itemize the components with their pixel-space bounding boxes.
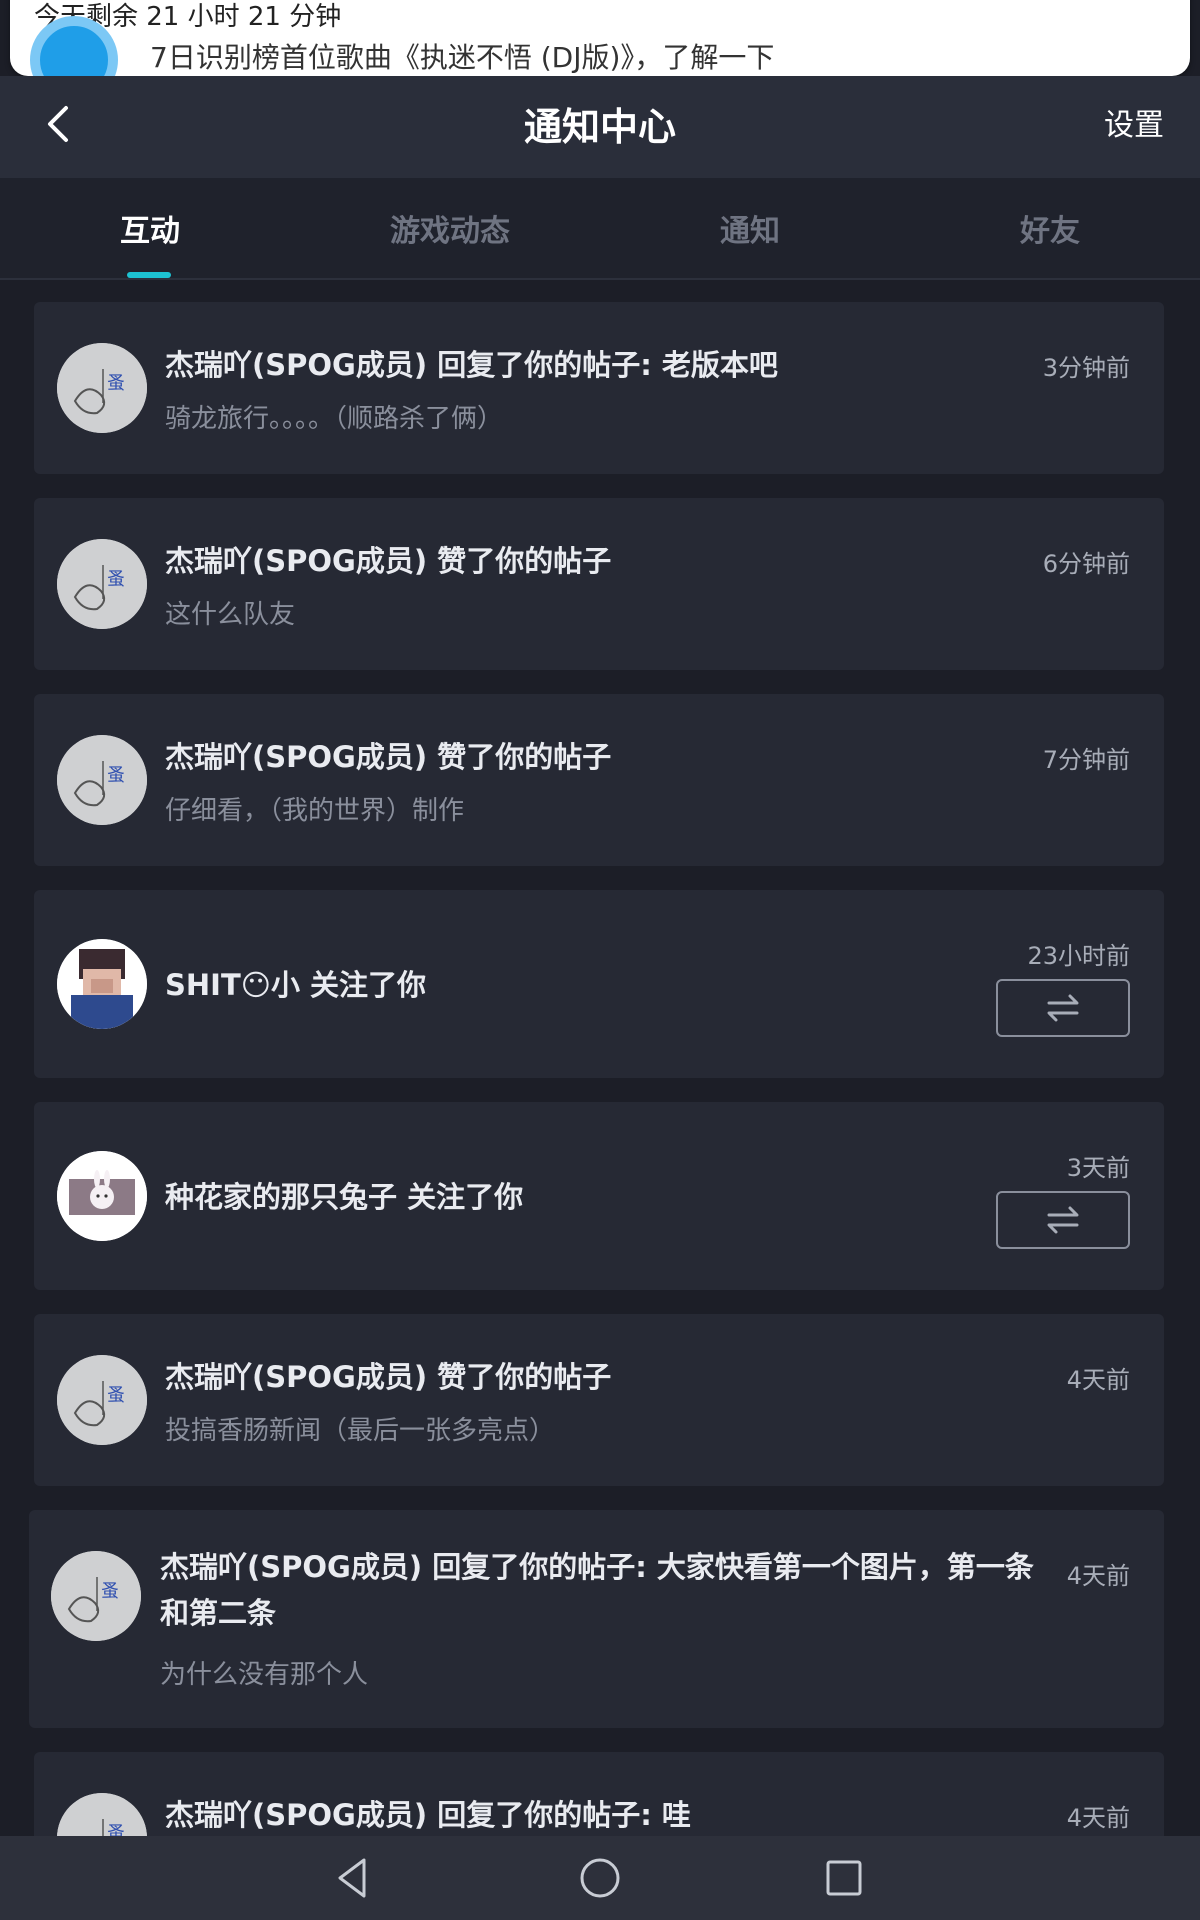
notification-subtitle: 这什么队友 bbox=[165, 600, 296, 630]
avatar[interactable]: 蚤 bbox=[51, 1551, 141, 1641]
svg-text:蚤: 蚤 bbox=[107, 1385, 125, 1406]
notification-time: 7分钟前 bbox=[1042, 746, 1130, 774]
nav-home-button[interactable] bbox=[574, 1852, 626, 1904]
notification-time: 4天前 bbox=[1066, 1562, 1130, 1590]
avatar[interactable]: 蚤 bbox=[57, 735, 147, 825]
notification-time: 4天前 bbox=[1066, 1366, 1130, 1394]
avatar[interactable] bbox=[57, 1151, 147, 1241]
banner-text: 7日识别榜首位歌曲《执迷不悟 (DJ版)》，了解一下 bbox=[150, 41, 775, 74]
page-title: 通知中心 bbox=[523, 105, 676, 149]
notification-title: 杰瑞吖(SPOG成员) 赞了你的帖子 bbox=[165, 544, 612, 578]
svg-text:蚤: 蚤 bbox=[101, 1581, 119, 1602]
notification-title: 杰瑞吖(SPOG成员) 回复了你的帖子: 大家快看第一个图片，第一条和第二条 bbox=[160, 1550, 1034, 1630]
notification-time: 6分钟前 bbox=[1042, 550, 1130, 578]
notification-time: 4天前 bbox=[1066, 1804, 1130, 1832]
tab-notices[interactable]: 通知 bbox=[600, 206, 900, 250]
avatar[interactable]: 蚤 bbox=[57, 1355, 147, 1445]
avatar[interactable] bbox=[57, 939, 147, 1029]
notification-item[interactable]: SHIT😶小 关注了你 23小时前 bbox=[34, 890, 1164, 1078]
avatar[interactable]: 蚤 bbox=[57, 343, 147, 433]
circle-home-icon bbox=[580, 1858, 620, 1898]
notification-subtitle: 为什么没有那个人 bbox=[160, 1660, 369, 1690]
notification-title: 杰瑞吖(SPOG成员) 回复了你的帖子: 老版本吧 bbox=[165, 348, 778, 382]
mutual-follow-icon bbox=[1047, 994, 1079, 1022]
notification-title: 杰瑞吖(SPOG成员) 赞了你的帖子 bbox=[165, 1360, 612, 1394]
notification-subtitle: 投搞香肠新闻（最后一张多亮点） bbox=[165, 1416, 556, 1446]
svg-text:蚤: 蚤 bbox=[107, 373, 125, 394]
notification-center-screen: 今天剩余 21 小时 21 分钟 7日识别榜首位歌曲《执迷不悟 (DJ版)》，了… bbox=[0, 0, 1200, 1920]
nav-back-button[interactable] bbox=[328, 1852, 380, 1904]
tab-interaction[interactable]: 互动 bbox=[0, 206, 300, 250]
svg-text:蚤: 蚤 bbox=[107, 765, 125, 786]
notification-item[interactable]: 蚤 杰瑞吖(SPOG成员) 回复了你的帖子: 大家快看第一个图片，第一条和第二条… bbox=[29, 1510, 1164, 1728]
notification-title: 杰瑞吖(SPOG成员) 赞了你的帖子 bbox=[165, 740, 612, 774]
tab-bar: 互动 游戏动态 通知 好友 bbox=[0, 178, 1200, 280]
system-notification-banner[interactable]: 今天剩余 21 小时 21 分钟 7日识别榜首位歌曲《执迷不悟 (DJ版)》，了… bbox=[10, 0, 1190, 76]
svg-text:蚤: 蚤 bbox=[107, 569, 125, 590]
notification-subtitle: 仔细看，（我的世界）制作 bbox=[165, 796, 465, 826]
settings-button[interactable]: 设置 bbox=[1104, 100, 1164, 144]
notification-item[interactable]: 蚤 杰瑞吖(SPOG成员) 赞了你的帖子 投搞香肠新闻（最后一张多亮点） 4天前 bbox=[34, 1314, 1164, 1486]
notification-item[interactable]: 种花家的那只兔子 关注了你 3天前 bbox=[34, 1102, 1164, 1290]
notification-title: SHIT😶小 关注了你 bbox=[165, 968, 427, 1002]
notification-item[interactable]: 蚤 杰瑞吖(SPOG成员) 赞了你的帖子 这什么队友 6分钟前 bbox=[34, 498, 1164, 670]
tab-friends[interactable]: 好友 bbox=[900, 206, 1200, 250]
notification-subtitle: 骑龙旅行。。。。（顺路杀了俩） bbox=[165, 404, 504, 434]
notification-title: 种花家的那只兔子 关注了你 bbox=[165, 1180, 524, 1214]
system-navigation-bar bbox=[0, 1836, 1200, 1920]
follow-back-button[interactable] bbox=[996, 979, 1130, 1037]
active-tab-indicator bbox=[127, 272, 171, 278]
notification-item[interactable]: 蚤 杰瑞吖(SPOG成员) 回复了你的帖子: 老版本吧 骑龙旅行。。。。（顺路杀… bbox=[34, 302, 1164, 474]
follow-back-button[interactable] bbox=[996, 1191, 1130, 1249]
triangle-back-icon bbox=[338, 1858, 366, 1898]
notification-time: 3分钟前 bbox=[1042, 354, 1130, 382]
nav-recents-button[interactable] bbox=[818, 1852, 870, 1904]
square-recents-icon bbox=[826, 1860, 862, 1896]
notification-item[interactable]: 蚤 杰瑞吖(SPOG成员) 赞了你的帖子 仔细看，（我的世界）制作 7分钟前 bbox=[34, 694, 1164, 866]
notification-title: 杰瑞吖(SPOG成员) 回复了你的帖子: 哇 bbox=[165, 1798, 691, 1832]
notification-time: 23小时前 bbox=[1027, 942, 1130, 970]
avatar[interactable]: 蚤 bbox=[57, 539, 147, 629]
notification-time: 3天前 bbox=[1066, 1154, 1130, 1182]
tab-game-updates[interactable]: 游戏动态 bbox=[300, 206, 600, 250]
header-bar: 通知中心 设置 bbox=[0, 76, 1200, 178]
mutual-follow-icon bbox=[1047, 1206, 1079, 1234]
